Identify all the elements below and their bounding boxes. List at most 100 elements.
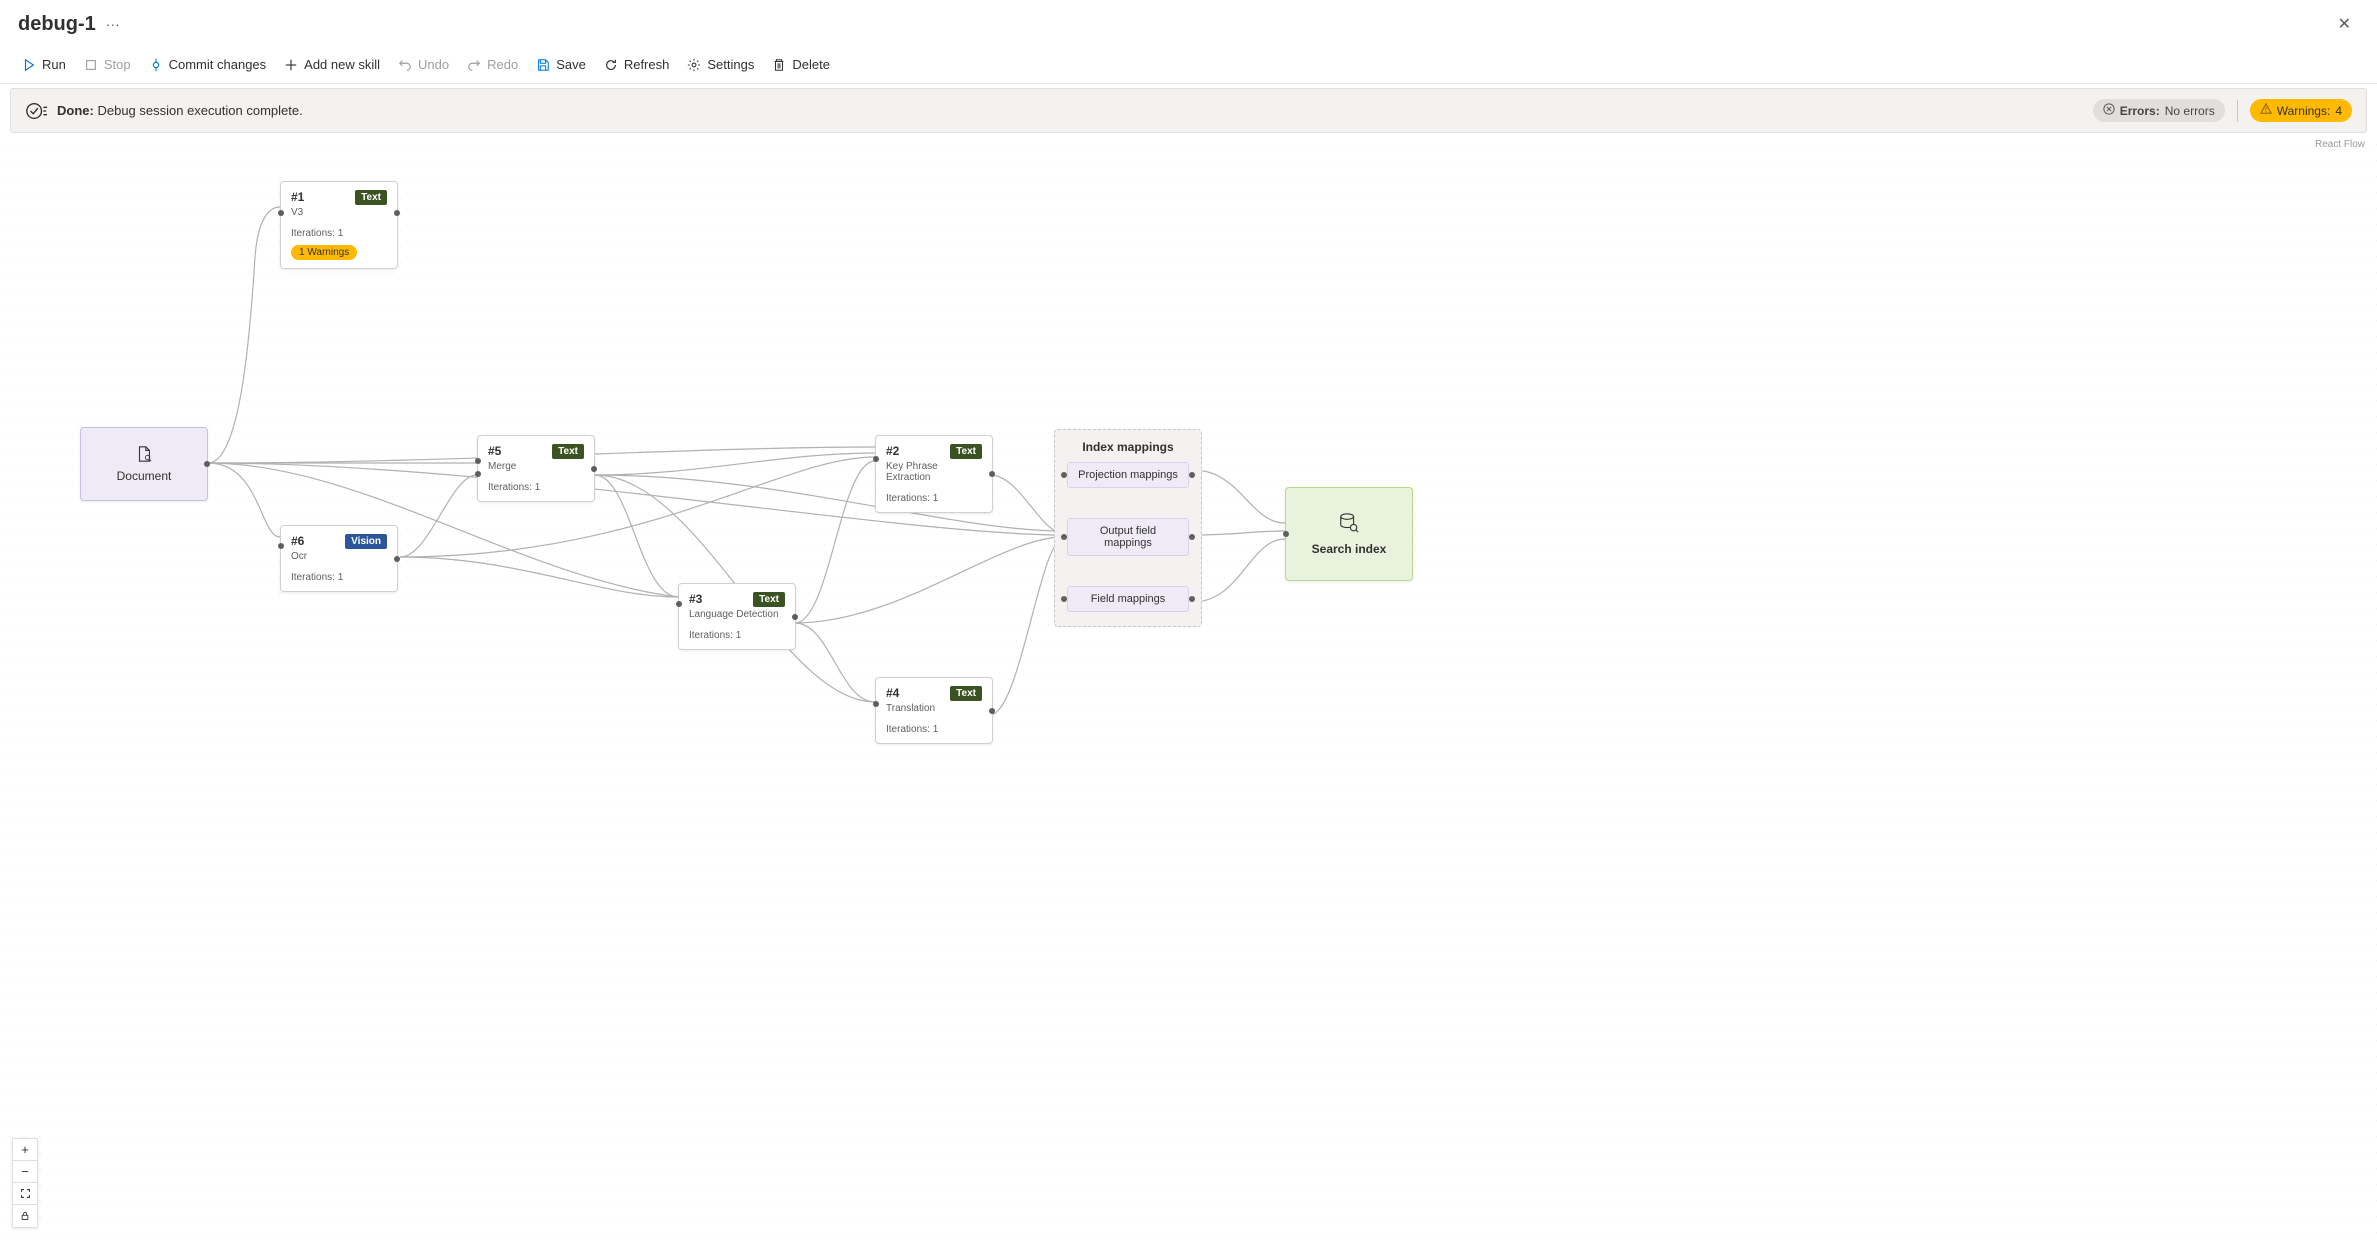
- port-in[interactable]: [1061, 534, 1067, 540]
- refresh-button[interactable]: Refresh: [596, 52, 678, 77]
- zoom-out-button[interactable]: −: [13, 1161, 37, 1183]
- save-icon: [536, 58, 550, 72]
- node-iterations: Iterations: 1: [886, 724, 982, 735]
- text-badge: Text: [355, 190, 387, 205]
- node-sub: Merge: [488, 461, 584, 472]
- field-label: Field mappings: [1091, 593, 1166, 605]
- field-mappings[interactable]: Field mappings: [1067, 586, 1189, 612]
- port-in[interactable]: [1061, 596, 1067, 602]
- refresh-label: Refresh: [624, 57, 670, 72]
- port-in[interactable]: [475, 458, 481, 464]
- canvas-wrap: React Flow: [0, 137, 2377, 1240]
- skill-node-3[interactable]: #3Text Language Detection Iterations: 1: [678, 583, 796, 650]
- node-sub: Translation: [886, 703, 982, 714]
- stop-icon: [84, 58, 98, 72]
- output-field-mappings[interactable]: Output field mappings: [1067, 518, 1189, 556]
- more-icon[interactable]: ···: [106, 16, 120, 32]
- react-flow-attribution: React Flow: [2315, 139, 2365, 150]
- port-out[interactable]: [1189, 596, 1195, 602]
- skill-node-1[interactable]: #1Text V3 Iterations: 1 1 Warnings: [280, 181, 398, 269]
- settings-label: Settings: [707, 57, 754, 72]
- node-iterations: Iterations: 1: [488, 482, 584, 493]
- status-done-label: Done:: [57, 103, 94, 118]
- port-in[interactable]: [873, 701, 879, 707]
- node-iterations: Iterations: 1: [291, 228, 387, 239]
- commit-label: Commit changes: [169, 57, 267, 72]
- node-id: #4: [886, 686, 899, 700]
- error-icon: [2103, 103, 2115, 118]
- flow-canvas[interactable]: React Flow: [0, 137, 2377, 1240]
- node-id: #3: [689, 592, 702, 606]
- add-skill-button[interactable]: Add new skill: [276, 52, 388, 77]
- undo-label: Undo: [418, 57, 449, 72]
- port-out[interactable]: [591, 466, 597, 472]
- text-badge: Text: [753, 592, 785, 607]
- port-out[interactable]: [989, 471, 995, 477]
- node-id: #5: [488, 444, 501, 458]
- port-in[interactable]: [1061, 472, 1067, 478]
- port-out[interactable]: [394, 556, 400, 562]
- run-label: Run: [42, 57, 66, 72]
- close-icon[interactable]: ✕: [2330, 10, 2359, 38]
- port-out[interactable]: [1189, 534, 1195, 540]
- document-label: Document: [117, 469, 172, 483]
- document-icon: [135, 445, 153, 463]
- commit-button[interactable]: Commit changes: [141, 52, 275, 77]
- stop-button: Stop: [76, 52, 139, 77]
- port-in[interactable]: [1283, 531, 1289, 537]
- document-node[interactable]: Document: [80, 427, 208, 501]
- lock-button[interactable]: [13, 1205, 37, 1227]
- delete-button[interactable]: Delete: [764, 52, 838, 77]
- redo-button: Redo: [459, 52, 526, 77]
- undo-button: Undo: [390, 52, 457, 77]
- port-in[interactable]: [278, 210, 284, 216]
- save-button[interactable]: Save: [528, 52, 594, 77]
- plus-icon: [284, 58, 298, 72]
- vision-badge: Vision: [345, 534, 387, 549]
- gear-icon: [687, 58, 701, 72]
- port-in[interactable]: [278, 543, 284, 549]
- status-done-msg: Debug session execution complete.: [97, 103, 302, 118]
- skill-node-4[interactable]: #4Text Translation Iterations: 1: [875, 677, 993, 744]
- canvas-controls: + −: [12, 1138, 38, 1228]
- redo-icon: [467, 58, 481, 72]
- port-out[interactable]: [1189, 472, 1195, 478]
- header: debug-1 ··· ✕: [0, 0, 2377, 46]
- save-label: Save: [556, 57, 586, 72]
- projection-label: Projection mappings: [1078, 469, 1178, 481]
- port-in-2[interactable]: [475, 471, 481, 477]
- node-sub: Key Phrase Extraction: [886, 461, 982, 483]
- undo-icon: [398, 58, 412, 72]
- toolbar: Run Stop Commit changes Add new skill Un…: [0, 46, 2377, 84]
- port-out[interactable]: [792, 614, 798, 620]
- projection-mappings[interactable]: Projection mappings: [1067, 462, 1189, 488]
- port-in[interactable]: [873, 456, 879, 462]
- zoom-in-button[interactable]: +: [13, 1139, 37, 1161]
- port-in[interactable]: [676, 601, 682, 607]
- skill-node-5[interactable]: #5Text Merge Iterations: 1: [477, 435, 595, 502]
- skill-node-6[interactable]: #6Vision Ocr Iterations: 1: [280, 525, 398, 592]
- mappings-title: Index mappings: [1067, 440, 1189, 454]
- delete-label: Delete: [792, 57, 830, 72]
- warnings-pill[interactable]: Warnings: 4: [2250, 99, 2352, 122]
- fit-view-button[interactable]: [13, 1183, 37, 1205]
- port-out[interactable]: [989, 708, 995, 714]
- node-sub: V3: [291, 207, 387, 218]
- trash-icon: [772, 58, 786, 72]
- output-label: Output field mappings: [1100, 525, 1156, 549]
- database-search-icon: [1338, 512, 1360, 534]
- search-index-node[interactable]: Search index: [1285, 487, 1413, 581]
- play-icon: [22, 58, 36, 72]
- refresh-icon: [604, 58, 618, 72]
- settings-button[interactable]: Settings: [679, 52, 762, 77]
- text-badge: Text: [950, 444, 982, 459]
- warnings-label: Warnings:: [2277, 104, 2331, 118]
- search-index-label: Search index: [1312, 542, 1387, 556]
- node-iterations: Iterations: 1: [291, 572, 387, 583]
- skill-node-2[interactable]: #2Text Key Phrase Extraction Iterations:…: [875, 435, 993, 513]
- node-sub: Language Detection: [689, 609, 785, 620]
- port-out[interactable]: [204, 461, 210, 467]
- port-out[interactable]: [394, 210, 400, 216]
- errors-pill[interactable]: Errors: No errors: [2093, 99, 2225, 122]
- run-button[interactable]: Run: [14, 52, 74, 77]
